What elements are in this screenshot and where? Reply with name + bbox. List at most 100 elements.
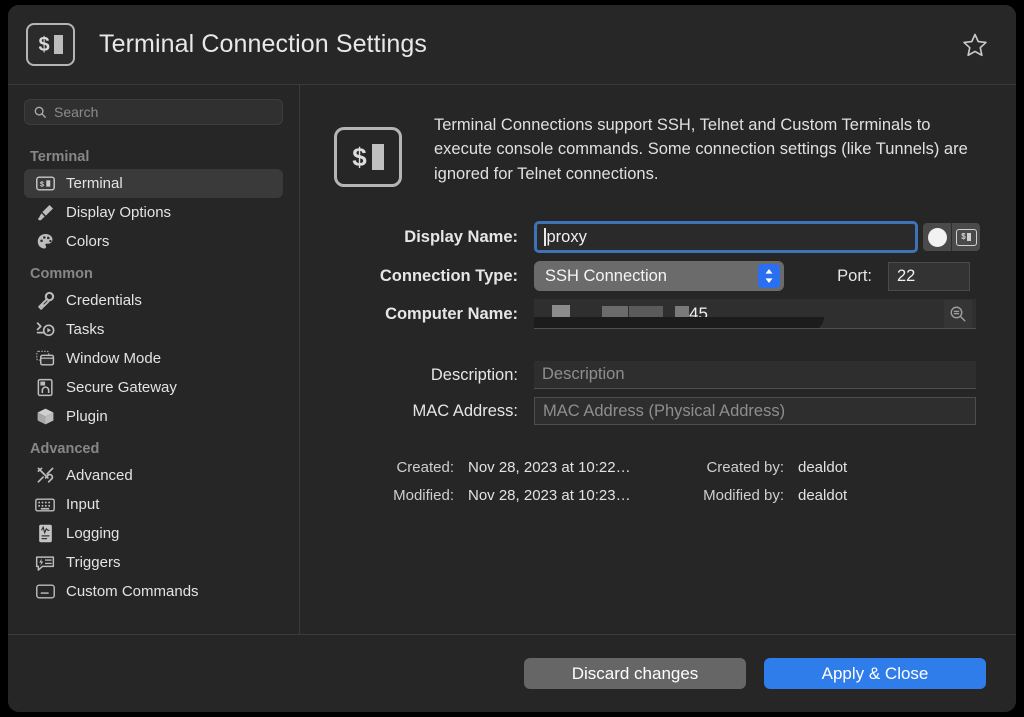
- sidebar-item-colors[interactable]: Colors: [24, 227, 283, 256]
- modified-value: Nov 28, 2023 at 10:23…: [468, 487, 631, 504]
- connection-type-select[interactable]: SSH Connection: [534, 261, 784, 291]
- description-label: Description:: [430, 365, 518, 384]
- sidebar-item-label: Input: [66, 496, 100, 513]
- created-value: Nov 28, 2023 at 10:22…: [468, 459, 631, 476]
- discard-changes-button[interactable]: Discard changes: [524, 658, 746, 689]
- sidebar-item-tasks[interactable]: Tasks: [24, 315, 283, 344]
- mac-address-input[interactable]: MAC Address (Physical Address): [534, 397, 976, 425]
- terminal-icon: $: [34, 174, 56, 194]
- intro-block: $ Terminal Connections support SSH, Teln…: [300, 85, 1016, 187]
- block-cursor-glyph: [967, 233, 971, 241]
- window-body: Terminal $ Terminal: [8, 85, 1016, 634]
- sidebar-item-label: Plugin: [66, 408, 108, 425]
- sidebar-item-plugin[interactable]: Plugin: [24, 402, 283, 431]
- sidebar-item-label: Credentials: [66, 292, 142, 309]
- tasks-icon: [34, 320, 56, 340]
- modified-by-label: Modified by:: [703, 487, 784, 504]
- connection-type-label: Connection Type:: [379, 266, 518, 285]
- sidebar-item-input[interactable]: Input: [24, 490, 283, 519]
- sidebar: Terminal $ Terminal: [8, 85, 300, 634]
- chevron-up-down-icon[interactable]: [758, 264, 780, 288]
- custom-commands-icon: [34, 582, 56, 602]
- connection-type-value: SSH Connection: [545, 266, 667, 285]
- row-mac-address: MAC Address: MAC Address (Physical Addre…: [300, 397, 1016, 425]
- windows-icon: [34, 349, 56, 369]
- star-outline-icon[interactable]: [958, 28, 992, 62]
- block-cursor-glyph: [371, 144, 384, 170]
- sidebar-item-credentials[interactable]: Credentials: [24, 286, 283, 315]
- keyboard-icon: [34, 495, 56, 515]
- sidebar-item-logging[interactable]: Logging: [24, 519, 283, 548]
- row-description: Description: Description: [300, 361, 1016, 389]
- apply-and-close-button[interactable]: Apply & Close: [764, 658, 986, 689]
- port-label: Port:: [837, 266, 872, 285]
- description-input[interactable]: Description: [534, 361, 976, 389]
- sidebar-item-advanced[interactable]: Advanced: [24, 461, 283, 490]
- sidebar-group-advanced: Advanced: [30, 441, 100, 457]
- palette-icon: [34, 232, 56, 252]
- sidebar-item-window-mode[interactable]: Window Mode: [24, 344, 283, 373]
- dollar-glyph: $: [961, 232, 966, 241]
- page-title: Terminal Connection Settings: [99, 30, 427, 58]
- intro-description: Terminal Connections support SSH, Telnet…: [434, 116, 968, 183]
- title-bar: $ Terminal Connection Settings: [8, 5, 1016, 85]
- sidebar-item-label: Colors: [66, 233, 110, 250]
- main-content: $ Terminal Connections support SSH, Teln…: [300, 85, 1016, 634]
- sidebar-item-label: Display Options: [66, 204, 172, 221]
- sidebar-item-label: Tasks: [66, 321, 105, 338]
- magnifier-list-icon[interactable]: [944, 299, 972, 328]
- svg-text:$: $: [39, 181, 43, 189]
- logging-icon: [34, 524, 56, 544]
- sidebar-item-custom-commands[interactable]: Custom Commands: [24, 577, 283, 606]
- gateway-lock-icon: [34, 378, 56, 398]
- sidebar-item-terminal[interactable]: $ Terminal: [24, 169, 283, 198]
- footer-bar: Discard changes Apply & Close: [8, 634, 1016, 712]
- modified-by-value: dealdot: [798, 487, 848, 504]
- paintbrush-icon: [34, 203, 56, 223]
- modified-label: Modified:: [393, 487, 454, 504]
- display-name-group: proxy $: [534, 221, 980, 253]
- created-label: Created:: [396, 459, 454, 476]
- key-icon: [34, 291, 56, 311]
- port-value: 22: [897, 266, 916, 285]
- row-display-name: Display Name: proxy $: [300, 221, 1016, 253]
- sidebar-item-display-options[interactable]: Display Options: [24, 198, 283, 227]
- color-dot: [927, 227, 947, 247]
- terminal-icon[interactable]: $: [952, 223, 980, 251]
- search-field[interactable]: [24, 99, 283, 125]
- color-circle-icon[interactable]: [923, 223, 951, 251]
- mac-address-label: MAC Address:: [412, 401, 518, 420]
- settings-window: $ Terminal Connection Settings Terminal: [8, 5, 1016, 712]
- sidebar-item-triggers[interactable]: Triggers: [24, 548, 283, 577]
- sidebar-item-label: Triggers: [66, 554, 121, 571]
- created-by-label: Created by:: [706, 459, 784, 476]
- display-name-label: Display Name:: [404, 227, 518, 246]
- sidebar-item-label: Advanced: [66, 467, 133, 484]
- mac-address-placeholder: MAC Address (Physical Address): [543, 401, 786, 420]
- sidebar-item-label: Terminal: [66, 175, 123, 192]
- sidebar-item-label: Window Mode: [66, 350, 162, 367]
- computer-name-label: Computer Name:: [385, 304, 518, 323]
- text-caret: [544, 228, 546, 246]
- row-computer-name: Computer Name: 45: [300, 299, 1016, 329]
- metadata-block: Created: Nov 28, 2023 at 10:22… Created …: [300, 459, 1016, 504]
- sidebar-group-terminal: Terminal: [30, 149, 90, 165]
- tools-icon: [34, 466, 56, 486]
- terminal-icon: $: [26, 23, 75, 66]
- dollar-glyph: $: [352, 142, 367, 172]
- port-input[interactable]: 22: [888, 261, 970, 291]
- computer-name-value-redacted: 45: [534, 299, 824, 328]
- display-name-input[interactable]: proxy: [534, 221, 918, 253]
- sidebar-item-label: Secure Gateway: [66, 379, 177, 396]
- sidebar-item-label: Logging: [66, 525, 120, 542]
- search-input[interactable]: [54, 104, 274, 120]
- sidebar-item-secure-gateway[interactable]: Secure Gateway: [24, 373, 283, 402]
- triggers-icon: [34, 553, 56, 573]
- block-cursor-glyph: [53, 35, 63, 54]
- display-name-value: proxy: [546, 227, 587, 246]
- plugin-box-icon: [34, 407, 56, 427]
- computer-name-input[interactable]: 45: [534, 299, 976, 329]
- redaction-smear: [534, 317, 824, 328]
- description-placeholder: Description: [542, 365, 625, 383]
- sidebar-group-common: Common: [30, 266, 93, 282]
